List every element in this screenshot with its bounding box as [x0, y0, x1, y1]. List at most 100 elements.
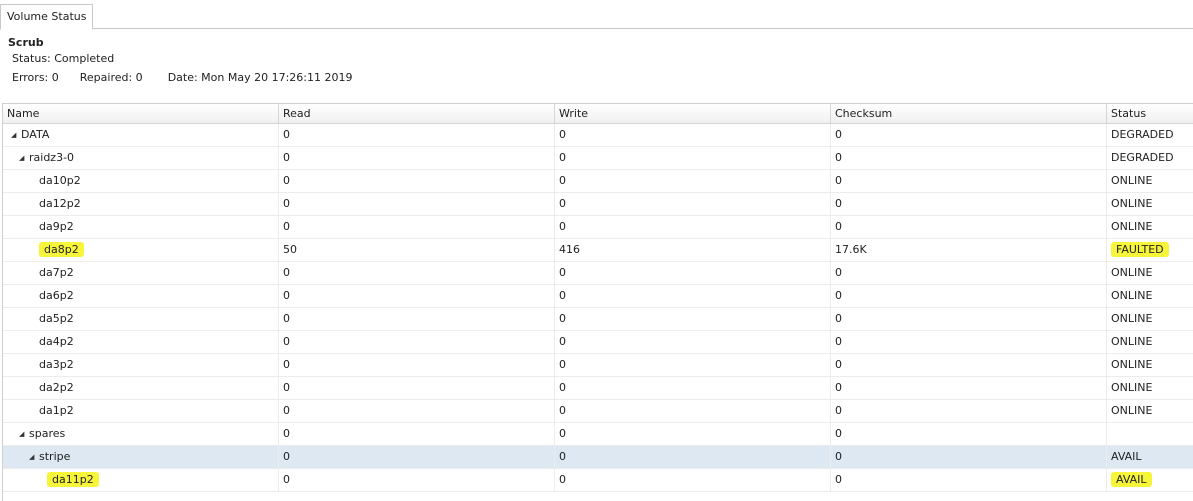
- cell-status: ONLINE: [1107, 354, 1193, 377]
- cell-status: [1107, 423, 1193, 446]
- cell-checksum-value: 0: [835, 174, 842, 187]
- cell-status-value: ONLINE: [1111, 289, 1153, 302]
- cell-write: 0: [555, 170, 831, 193]
- column-header-write[interactable]: Write: [555, 104, 831, 124]
- scrub-repaired: Repaired: 0: [79, 71, 143, 84]
- table-row[interactable]: ◢ DATA 0 0 0 DEGRADED: [3, 124, 1193, 147]
- cell-name: ◢ raidz3-0: [3, 147, 279, 170]
- scrub-date: Date: Mon May 20 17:26:11 2019: [167, 71, 353, 84]
- cell-checksum: 0: [831, 170, 1107, 193]
- cell-status-value: ONLINE: [1111, 174, 1153, 187]
- cell-read-value: 0: [283, 266, 290, 279]
- cell-read: 0: [279, 400, 555, 423]
- expand-arrow-icon[interactable]: ◢: [19, 147, 29, 169]
- table-row[interactable]: da3p2 0 0 0 ONLINE: [3, 354, 1193, 377]
- device-name: da2p2: [39, 381, 74, 394]
- table-row[interactable]: da6p2 0 0 0 ONLINE: [3, 285, 1193, 308]
- cell-checksum: 0: [831, 469, 1107, 492]
- expand-arrow-icon[interactable]: ◢: [11, 124, 21, 146]
- cell-name: ◢ stripe: [3, 446, 279, 469]
- cell-write-value: 0: [559, 151, 566, 164]
- cell-name: da1p2: [3, 400, 279, 423]
- cell-checksum: 0: [831, 147, 1107, 170]
- cell-checksum-value: 0: [835, 128, 842, 141]
- cell-status: ONLINE: [1107, 308, 1193, 331]
- table-row[interactable]: da1p2 0 0 0 ONLINE: [3, 400, 1193, 423]
- cell-write-value: 0: [559, 450, 566, 463]
- cell-name: da7p2: [3, 262, 279, 285]
- cell-status: AVAIL: [1107, 446, 1193, 469]
- device-name: da1p2: [39, 404, 74, 417]
- cell-name: da9p2: [3, 216, 279, 239]
- table-row[interactable]: ◢ spares 0 0 0: [3, 423, 1193, 446]
- cell-read: 0: [279, 147, 555, 170]
- device-name: da8p2: [39, 242, 84, 257]
- cell-read-value: 0: [283, 151, 290, 164]
- tab-volume-status[interactable]: Volume Status: [0, 4, 94, 30]
- expand-arrow-icon[interactable]: ◢: [19, 423, 29, 445]
- cell-write: 0: [555, 216, 831, 239]
- cell-read-value: 0: [283, 381, 290, 394]
- table-row[interactable]: ◢ raidz3-0 0 0 0 DEGRADED: [3, 147, 1193, 170]
- cell-status-value: ONLINE: [1111, 335, 1153, 348]
- device-name: da7p2: [39, 266, 74, 279]
- cell-read-value: 0: [283, 335, 290, 348]
- column-header-read[interactable]: Read: [279, 104, 555, 124]
- scrub-panel: Scrub Status: Completed: [8, 36, 114, 65]
- cell-write: 0: [555, 124, 831, 147]
- cell-checksum-value: 0: [835, 404, 842, 417]
- cell-write: 0: [555, 400, 831, 423]
- cell-name: da12p2: [3, 193, 279, 216]
- column-header-checksum[interactable]: Checksum: [831, 104, 1107, 124]
- cell-read: 0: [279, 446, 555, 469]
- table-row[interactable]: da7p2 0 0 0 ONLINE: [3, 262, 1193, 285]
- device-name: da3p2: [39, 358, 74, 371]
- device-name: da9p2: [39, 220, 74, 233]
- volume-status-grid: Name Read Write Checksum Status ◢ DATA 0 0 0…: [2, 103, 1193, 501]
- table-row[interactable]: da4p2 0 0 0 ONLINE: [3, 331, 1193, 354]
- scrub-status: Status: Completed: [12, 52, 115, 65]
- cell-write: 0: [555, 423, 831, 446]
- tab-bar: Volume Status: [0, 0, 1193, 30]
- cell-write-value: 0: [559, 220, 566, 233]
- cell-checksum-value: 0: [835, 450, 842, 463]
- cell-write-value: 0: [559, 312, 566, 325]
- table-row[interactable]: da5p2 0 0 0 ONLINE: [3, 308, 1193, 331]
- cell-read-value: 0: [283, 289, 290, 302]
- cell-name: da4p2: [3, 331, 279, 354]
- cell-checksum: 0: [831, 446, 1107, 469]
- table-row[interactable]: da8p2 50 416 17.6K FAULTED: [3, 239, 1193, 262]
- cell-checksum-value: 0: [835, 335, 842, 348]
- cell-read-value: 0: [283, 404, 290, 417]
- cell-read-value: 0: [283, 220, 290, 233]
- cell-checksum: 0: [831, 262, 1107, 285]
- cell-status: ONLINE: [1107, 377, 1193, 400]
- cell-status: ONLINE: [1107, 262, 1193, 285]
- cell-name: da11p2: [3, 469, 279, 492]
- table-row[interactable]: da12p2 0 0 0 ONLINE: [3, 193, 1193, 216]
- cell-checksum-value: 0: [835, 151, 842, 164]
- cell-write-value: 0: [559, 128, 566, 141]
- table-row[interactable]: da11p2 0 0 0 AVAIL: [3, 469, 1193, 492]
- device-name: da5p2: [39, 312, 74, 325]
- table-row[interactable]: da9p2 0 0 0 ONLINE: [3, 216, 1193, 239]
- cell-write-value: 0: [559, 197, 566, 210]
- cell-checksum: 0: [831, 285, 1107, 308]
- table-row[interactable]: da2p2 0 0 0 ONLINE: [3, 377, 1193, 400]
- column-header-status[interactable]: Status: [1107, 104, 1193, 124]
- cell-name: ◢ spares: [3, 423, 279, 446]
- cell-checksum-value: 0: [835, 289, 842, 302]
- cell-status: FAULTED: [1107, 239, 1193, 262]
- column-header-name[interactable]: Name: [3, 104, 279, 124]
- cell-name: ◢ DATA: [3, 124, 279, 147]
- table-row[interactable]: ◢ stripe 0 0 0 AVAIL: [3, 446, 1193, 469]
- cell-read-value: 0: [283, 312, 290, 325]
- table-row[interactable]: da10p2 0 0 0 ONLINE: [3, 170, 1193, 193]
- device-name: da12p2: [39, 197, 81, 210]
- cell-name: da5p2: [3, 308, 279, 331]
- scrub-errors: Errors: 0: [12, 71, 59, 84]
- cell-status-value: ONLINE: [1111, 266, 1153, 279]
- expand-arrow-icon[interactable]: ◢: [29, 446, 39, 468]
- device-name: da10p2: [39, 174, 81, 187]
- cell-checksum: 0: [831, 193, 1107, 216]
